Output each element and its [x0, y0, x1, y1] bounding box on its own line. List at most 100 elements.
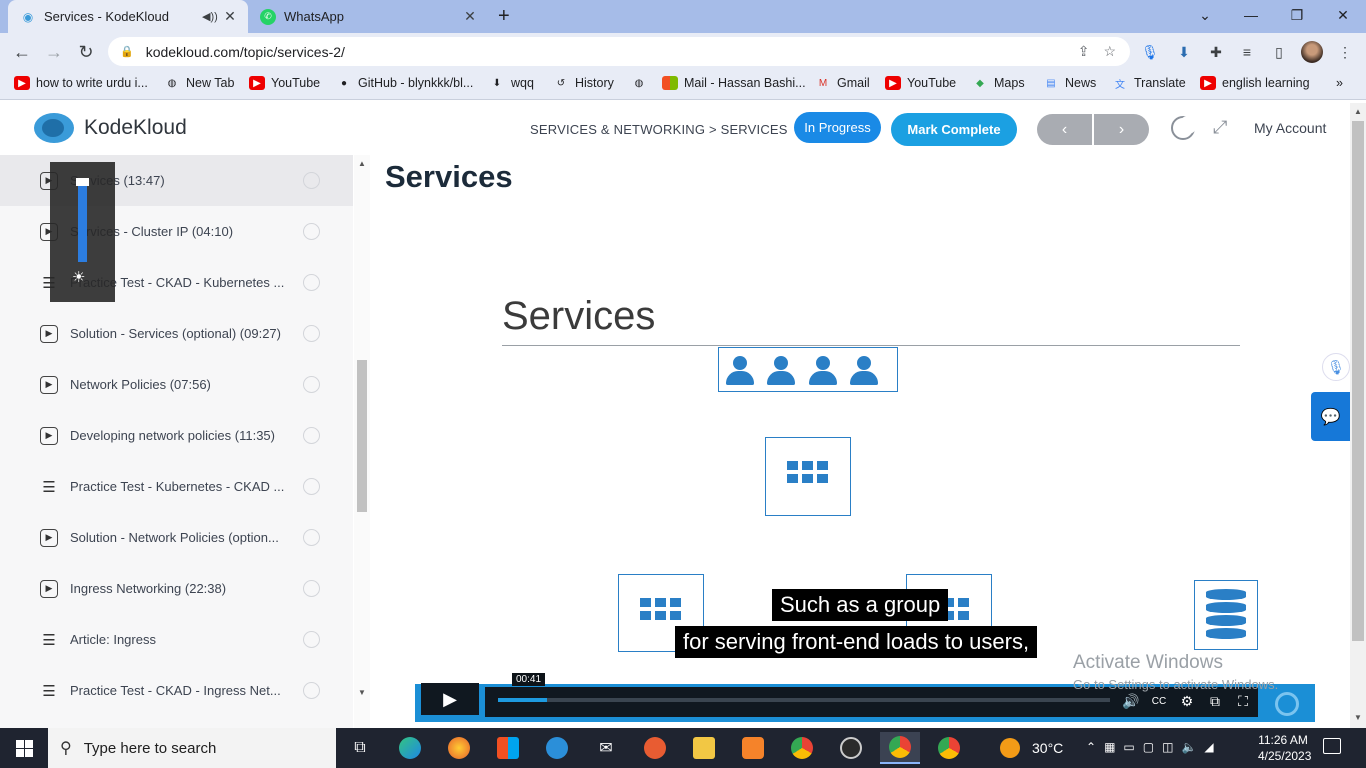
scrollbar-thumb[interactable]: [357, 360, 367, 512]
lesson-item[interactable]: ▶ Network Policies (07:56): [0, 359, 353, 410]
voice-input-microphone-icon[interactable]: 🎙: [1322, 353, 1350, 381]
bookmark-item[interactable]: ⬇ wqq: [489, 76, 534, 90]
sidebar-scrollbar[interactable]: ▲ ▼: [354, 155, 370, 728]
scroll-down-arrow-icon[interactable]: ▼: [358, 688, 366, 697]
lesson-item[interactable]: ▶ Solution - Services (optional) (09:27): [0, 308, 353, 359]
lesson-item[interactable]: ▶ Ingress Networking (22:38): [0, 563, 353, 614]
start-button[interactable]: [0, 728, 48, 768]
close-tab-icon[interactable]: ✕: [460, 8, 480, 25]
mail-icon[interactable]: ✉: [586, 732, 626, 764]
speaker-mute-icon[interactable]: ◀)): [202, 10, 220, 23]
kodekloud-logo[interactable]: KodeKloud: [34, 113, 187, 143]
close-tab-icon[interactable]: ✕: [220, 8, 240, 25]
completion-circle[interactable]: [303, 274, 320, 291]
bookmark-item[interactable]: ▶ how to write urdu i...: [14, 76, 148, 90]
task-view-icon[interactable]: ⧉: [340, 732, 380, 764]
dark-mode-moon-icon[interactable]: [1171, 116, 1197, 140]
tab-whatsapp[interactable]: ✆ WhatsApp ✕: [252, 0, 488, 33]
previous-lesson-button[interactable]: ‹: [1037, 114, 1092, 145]
scroll-up-arrow-icon[interactable]: ▲: [358, 159, 366, 168]
bookmark-item[interactable]: ◍ New Tab: [164, 76, 235, 90]
reload-icon[interactable]: ↻: [73, 40, 99, 64]
weather-widget[interactable]: 30°C: [1000, 738, 1063, 758]
wifi-icon[interactable]: ◢: [1204, 740, 1213, 754]
bookmark-item[interactable]: 文 Translate: [1112, 76, 1186, 91]
chrome-profile-icon[interactable]: [929, 732, 969, 764]
chrome-icon[interactable]: [782, 732, 822, 764]
bookmark-star-icon[interactable]: ☆: [1103, 43, 1116, 60]
share-icon[interactable]: ⇪: [1078, 43, 1090, 60]
microphone-extension-icon[interactable]: 🎙: [1139, 41, 1161, 63]
chrome-active-icon[interactable]: [880, 732, 920, 764]
completion-circle[interactable]: [303, 376, 320, 393]
video-progress-track[interactable]: [498, 698, 1110, 702]
app-gear-icon[interactable]: [733, 732, 773, 764]
completion-circle[interactable]: [303, 682, 320, 699]
my-account-link[interactable]: My Account: [1254, 120, 1326, 136]
profile-avatar[interactable]: [1301, 41, 1323, 63]
bookmark-item[interactable]: ▶ english learning: [1200, 76, 1310, 90]
media-control-icon[interactable]: ≡: [1236, 41, 1258, 63]
fullscreen-expand-icon[interactable]: ⤢: [1213, 117, 1227, 138]
side-panel-icon[interactable]: ▯: [1268, 41, 1290, 63]
in-progress-badge[interactable]: In Progress: [794, 112, 881, 143]
lesson-item[interactable]: ▶ Developing network policies (11:35): [0, 410, 353, 461]
settings-gear-icon[interactable]: ⚙: [1176, 690, 1198, 712]
volume-icon[interactable]: 🔊: [1120, 690, 1142, 712]
extensions-puzzle-icon[interactable]: ✚: [1205, 41, 1227, 63]
minimize-icon[interactable]: —: [1228, 0, 1274, 30]
lesson-item[interactable]: ▶ Solution - Network Policies (option...: [0, 512, 353, 563]
bookmark-item[interactable]: ◍: [631, 76, 653, 90]
completion-circle[interactable]: [303, 223, 320, 240]
picture-in-picture-icon[interactable]: ⧉: [1204, 690, 1226, 712]
tray-chevron-icon[interactable]: ⌃: [1086, 740, 1096, 754]
chat-bubble-icon[interactable]: 💬: [1311, 392, 1350, 441]
display-icon[interactable]: ◫: [1162, 740, 1173, 754]
notification-center-icon[interactable]: [1323, 738, 1341, 754]
scrollbar-thumb[interactable]: [1352, 121, 1364, 641]
app-shell-icon[interactable]: [635, 732, 675, 764]
network-icon[interactable]: ▦: [1104, 740, 1115, 754]
lesson-item[interactable]: ☰ Practice Test - CKAD - Ingress Net...: [0, 665, 353, 716]
page-scrollbar[interactable]: ▲ ▼: [1350, 103, 1366, 728]
next-lesson-button[interactable]: ›: [1094, 114, 1149, 145]
new-tab-icon[interactable]: +: [498, 5, 510, 28]
completion-circle[interactable]: [303, 172, 320, 189]
store-icon[interactable]: [488, 732, 528, 764]
browser-menu-icon[interactable]: ⋮: [1334, 41, 1356, 63]
completion-circle[interactable]: [303, 631, 320, 648]
firefox-icon[interactable]: [439, 732, 479, 764]
bookmark-item[interactable]: ▤ News: [1043, 76, 1096, 90]
edge-icon[interactable]: [390, 732, 430, 764]
bookmark-item[interactable]: ▶ YouTube: [249, 76, 320, 90]
video-fullscreen-icon[interactable]: ⛶: [1232, 690, 1254, 712]
camera-app-icon[interactable]: [831, 732, 871, 764]
back-icon[interactable]: ←: [9, 40, 35, 64]
bookmark-item[interactable]: ◆ Maps: [972, 76, 1024, 90]
bookmark-item[interactable]: ▶ YouTube: [885, 76, 956, 90]
scroll-up-arrow-icon[interactable]: ▲: [1354, 107, 1362, 116]
more-bookmarks-icon[interactable]: »: [1336, 76, 1343, 90]
bookmark-item[interactable]: ● GitHub - blynkkk/bl...: [336, 76, 473, 90]
bookmark-item[interactable]: ↺ History: [553, 76, 614, 90]
completion-circle[interactable]: [303, 580, 320, 597]
device-icon[interactable]: ▢: [1143, 740, 1154, 754]
forward-icon[interactable]: →: [41, 40, 67, 64]
system-clock[interactable]: 11:26 AM 4/25/2023: [1258, 732, 1311, 764]
restore-icon[interactable]: ❐: [1274, 0, 1320, 30]
mark-complete-button[interactable]: Mark Complete: [891, 113, 1017, 146]
lesson-item[interactable]: ☰ Practice Test - Kubernetes - CKAD ...: [0, 461, 353, 512]
close-window-icon[interactable]: ✕: [1320, 0, 1366, 30]
skype-icon[interactable]: [537, 732, 577, 764]
scroll-down-arrow-icon[interactable]: ▼: [1354, 713, 1362, 722]
play-button[interactable]: ▶: [421, 683, 479, 715]
completion-circle[interactable]: [303, 325, 320, 342]
file-explorer-icon[interactable]: [684, 732, 724, 764]
speaker-icon[interactable]: 🔈: [1181, 740, 1196, 754]
captions-icon[interactable]: CC: [1148, 690, 1170, 712]
completion-circle[interactable]: [303, 478, 320, 495]
bookmark-item[interactable]: Mail - Hassan Bashi...: [662, 76, 806, 90]
address-bar[interactable]: 🔒 kodekloud.com/topic/services-2/ ⇪ ☆: [108, 37, 1130, 66]
taskbar-search-box[interactable]: ⚲ Type here to search: [48, 728, 336, 768]
bookmark-item[interactable]: M Gmail: [815, 76, 870, 90]
